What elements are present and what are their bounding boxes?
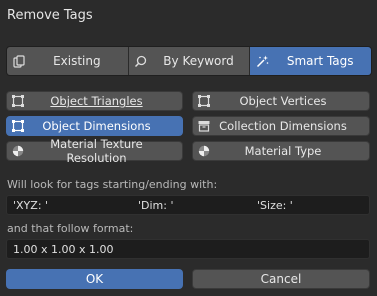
object-vertices-toggle[interactable]: Object Vertices	[192, 91, 370, 111]
ok-button[interactable]: OK	[6, 269, 183, 289]
material-sphere-icon	[197, 144, 211, 158]
duplicate-icon	[12, 54, 26, 68]
dialog-title: Remove Tags	[7, 8, 93, 23]
object-triangles-label: Object Triangles	[50, 94, 143, 108]
material-type-label: Material Type	[244, 144, 322, 158]
mode-selector: Existing By Keyword Smart Tags	[6, 46, 372, 76]
object-dimensions-label: Object Dimensions	[42, 119, 151, 133]
material-texture-resolution-label: Material Texture Resolution	[50, 137, 143, 165]
collection-dimensions-label: Collection Dimensions	[219, 119, 347, 133]
mesh-object-icon	[11, 119, 25, 133]
mode-smart-tags-label: Smart Tags	[286, 54, 354, 68]
search-icon	[134, 54, 148, 68]
prefix-value-xyz: 'XYZ: '	[13, 198, 49, 212]
mode-existing-button[interactable]: Existing	[7, 47, 129, 75]
object-dimensions-toggle[interactable]: Object Dimensions	[6, 116, 183, 136]
mode-by-keyword-label: By Keyword	[163, 54, 234, 68]
magic-wand-icon	[255, 54, 269, 68]
cancel-label: Cancel	[260, 272, 302, 286]
format-field[interactable]: 1.00 x 1.00 x 1.00	[6, 239, 370, 259]
format-caption: and that follow format:	[7, 222, 134, 235]
cancel-button[interactable]: Cancel	[192, 269, 370, 289]
mode-smart-tags-button[interactable]: Smart Tags	[250, 47, 371, 75]
prefix-field[interactable]: 'XYZ: ' 'Dim: ' 'Size: '	[6, 195, 370, 215]
mode-existing-label: Existing	[53, 54, 101, 68]
object-triangles-toggle[interactable]: Object Triangles	[6, 91, 183, 111]
prefix-value-size: 'Size: '	[257, 198, 293, 212]
mesh-object-icon	[11, 94, 25, 108]
collection-dimensions-toggle[interactable]: Collection Dimensions	[192, 116, 370, 136]
collection-box-icon	[197, 119, 211, 133]
prefix-caption: Will look for tags starting/ending with:	[7, 178, 218, 191]
material-sphere-icon	[11, 144, 25, 158]
object-vertices-label: Object Vertices	[239, 94, 327, 108]
mesh-object-icon	[197, 94, 211, 108]
prefix-value-dim: 'Dim: '	[138, 198, 174, 212]
material-texture-resolution-toggle[interactable]: Material Texture Resolution	[6, 137, 183, 165]
format-value: 1.00 x 1.00 x 1.00	[13, 242, 114, 256]
ok-label: OK	[85, 272, 104, 286]
material-type-toggle[interactable]: Material Type	[192, 141, 370, 161]
mode-by-keyword-button[interactable]: By Keyword	[128, 47, 251, 75]
